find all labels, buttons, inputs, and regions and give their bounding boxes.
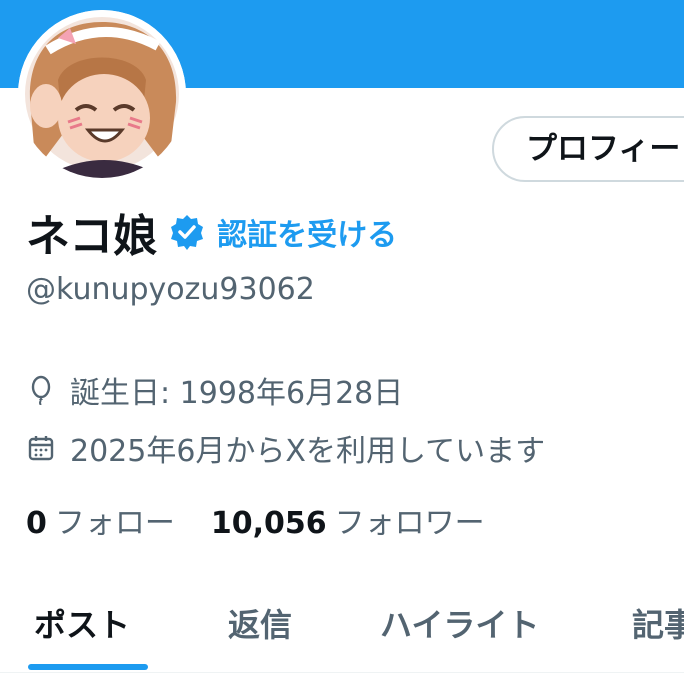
balloon-icon	[26, 375, 56, 406]
following-count: 0	[26, 506, 47, 541]
followers-count: 10,056	[210, 506, 327, 541]
name-row: ネコ娘 認証を受ける	[26, 202, 397, 262]
birthday-text: 誕生日: 1998年6月28日	[70, 376, 404, 411]
verified-badge-icon[interactable]	[169, 214, 205, 250]
following-label: フォロー	[54, 506, 175, 541]
tabs-divider	[0, 672, 684, 673]
profile-avatar[interactable]	[18, 10, 186, 178]
profile-handle: @kunupyozu93062	[26, 272, 315, 307]
tab-highlights[interactable]: ハイライト	[380, 600, 539, 646]
tab-posts[interactable]: ポスト	[34, 600, 130, 646]
joined-row: 2025年6月からXを利用しています	[26, 426, 545, 470]
followers-label: フォロワー	[334, 506, 485, 541]
profile-page: プロフィー ネコ娘 認証を受ける @kunupyozu93062 誕生日: 19…	[0, 0, 684, 684]
joined-text: 2025年6月からXを利用しています	[70, 434, 546, 469]
display-name: ネコ娘	[26, 211, 158, 262]
profile-tabs: ポスト 返信 ハイライト 記事	[0, 590, 684, 670]
tab-articles[interactable]: 記事	[632, 600, 684, 646]
avatar-illustration	[18, 10, 186, 178]
birthday-row: 誕生日: 1998年6月28日	[26, 368, 403, 412]
edit-profile-button[interactable]: プロフィー	[492, 116, 684, 182]
follow-stats: 0 フォロー 10,056 フォロワー	[26, 498, 485, 542]
get-verified-link[interactable]: 認証を受ける	[217, 210, 397, 254]
calendar-icon	[26, 433, 56, 463]
followers-link[interactable]: 10,056 フォロワー	[211, 498, 485, 542]
tab-replies[interactable]: 返信	[228, 600, 292, 646]
active-tab-indicator	[28, 664, 148, 670]
following-link[interactable]: 0 フォロー	[26, 498, 175, 542]
